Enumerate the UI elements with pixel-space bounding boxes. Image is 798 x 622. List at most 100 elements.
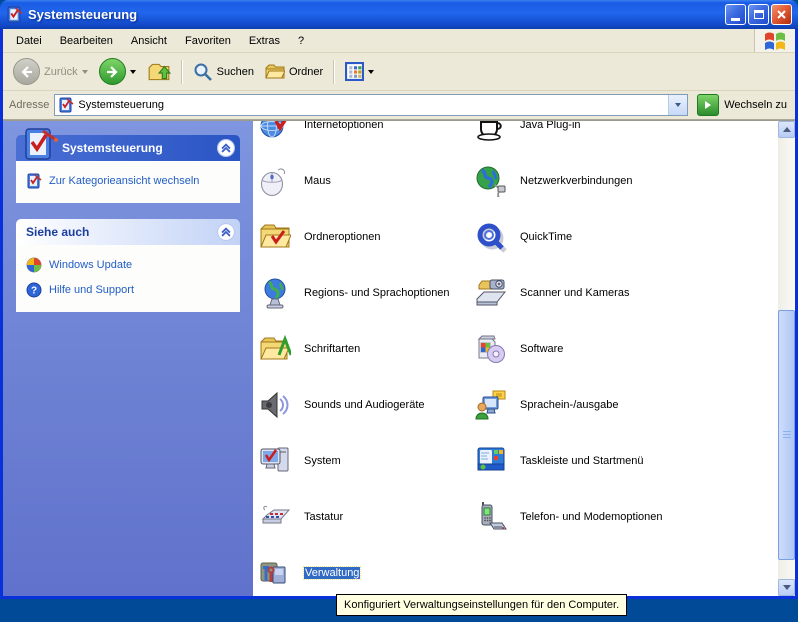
forward-dropdown-icon — [130, 70, 136, 74]
menu-favoriten[interactable]: Favoriten — [176, 30, 240, 52]
folders-button[interactable]: Ordner — [261, 60, 327, 84]
help-icon: ? — [26, 282, 42, 298]
item-label: Taskleiste und Startmenü — [520, 455, 644, 467]
back-icon — [13, 58, 40, 85]
task-pane: Systemsteuerung Zur Kategorieansicht wec… — [3, 121, 253, 596]
help-support-label: Hilfe und Support — [49, 284, 134, 296]
close-button[interactable] — [771, 4, 792, 25]
control-panel-icon — [6, 6, 23, 23]
item-label: Sprachein-/ausgabe — [520, 399, 618, 411]
item-label: Tastatur — [304, 511, 343, 523]
search-label: Suchen — [217, 66, 254, 78]
cp-item-quicktime[interactable]: QuickTime — [475, 209, 771, 265]
title-bar[interactable]: Systemsteuerung — [0, 0, 798, 29]
item-label: Maus — [304, 175, 331, 187]
toolbar-separator — [181, 60, 183, 84]
cp-item-taskleiste[interactable]: Taskleiste und Startmenü — [475, 433, 771, 489]
phone-modem-icon — [475, 501, 507, 533]
speech-icon — [475, 389, 507, 421]
back-label: Zurück — [44, 66, 78, 78]
panel-siehe-auch: Siehe auch Windows Update — [16, 219, 240, 312]
views-button[interactable] — [341, 60, 378, 83]
item-label: Netzwerkverbindungen — [520, 175, 633, 187]
cp-item-java[interactable]: Java Plug-in — [475, 121, 771, 153]
minimize-button[interactable] — [725, 4, 746, 25]
internet-options-icon — [259, 121, 291, 141]
address-dropdown-button[interactable] — [668, 95, 687, 115]
item-label: Schriftarten — [304, 343, 360, 355]
search-button[interactable]: Suchen — [189, 60, 258, 84]
vertical-scrollbar[interactable] — [778, 121, 795, 596]
scroll-down-button[interactable] — [778, 579, 795, 596]
forward-button[interactable] — [95, 56, 140, 87]
windows-logo-icon — [754, 29, 795, 52]
system-icon — [259, 445, 291, 477]
tooltip-text: Konfiguriert Verwaltungseinstellungen fü… — [344, 599, 619, 611]
folder-icon — [265, 62, 285, 82]
control-panel-icon — [58, 97, 74, 113]
cp-item-internetoptionen[interactable]: Internetoptionen — [259, 121, 471, 153]
java-icon — [475, 121, 507, 141]
scroll-up-button[interactable] — [778, 121, 795, 138]
item-label: QuickTime — [520, 231, 572, 243]
collapse-chevron-icon[interactable] — [217, 139, 235, 157]
menu-bearbeiten[interactable]: Bearbeiten — [51, 30, 122, 52]
item-label: Software — [520, 343, 563, 355]
folder-options-icon — [259, 221, 291, 253]
scanner-camera-icon — [475, 277, 507, 309]
cp-item-regionsoptionen[interactable]: Regions- und Sprachoptionen — [259, 265, 471, 321]
regional-settings-icon — [259, 277, 291, 309]
cp-item-ordneroptionen[interactable]: Ordneroptionen — [259, 209, 471, 265]
maximize-button[interactable] — [748, 4, 769, 25]
go-button[interactable]: Wechseln zu — [693, 94, 791, 116]
cp-item-sounds[interactable]: Sounds und Audiogeräte — [259, 377, 471, 433]
switch-category-view-label: Zur Kategorieansicht wechseln — [49, 175, 199, 187]
cp-item-tastatur[interactable]: Tastatur — [259, 489, 471, 545]
close-icon — [776, 9, 787, 20]
scroll-down-icon — [783, 585, 791, 590]
cp-item-system[interactable]: System — [259, 433, 471, 489]
panel-title: Siehe auch — [16, 225, 89, 239]
menu-ansicht[interactable]: Ansicht — [122, 30, 176, 52]
cp-item-schriftarten[interactable]: Schriftarten — [259, 321, 471, 377]
views-grid-icon — [345, 62, 364, 81]
up-button[interactable] — [143, 58, 175, 86]
menu-datei[interactable]: Datei — [7, 30, 51, 52]
go-arrow-icon — [697, 94, 719, 116]
item-label: System — [304, 455, 341, 467]
cp-item-telefon-modem[interactable]: Telefon- und Modemoptionen — [475, 489, 771, 545]
tooltip: Konfiguriert Verwaltungseinstellungen fü… — [336, 594, 627, 616]
windows-update-icon — [26, 257, 42, 273]
switch-category-view-link[interactable]: Zur Kategorieansicht wechseln — [26, 173, 232, 189]
item-label: Internetoptionen — [304, 121, 384, 131]
menu-help[interactable]: ? — [289, 30, 313, 52]
item-label: Scanner und Kameras — [520, 287, 629, 299]
cp-item-scanner-kameras[interactable]: Scanner und Kameras — [475, 265, 771, 321]
minimize-icon — [731, 18, 740, 21]
search-icon — [193, 62, 213, 82]
category-view-icon — [26, 173, 42, 189]
collapse-chevron-icon[interactable] — [217, 223, 235, 241]
folders-label: Ordner — [289, 66, 323, 78]
cp-item-netzwerkverbindungen[interactable]: Netzwerkverbindungen — [475, 153, 771, 209]
views-dropdown-icon — [368, 70, 374, 74]
toolbar: Zurück Suchen Ordner — [3, 53, 795, 91]
cp-item-maus[interactable]: Maus — [259, 153, 471, 209]
item-label: Telefon- und Modemoptionen — [520, 511, 662, 523]
cp-item-software[interactable]: Software — [475, 321, 771, 377]
back-button[interactable]: Zurück — [9, 56, 92, 87]
windows-update-label: Windows Update — [49, 259, 132, 271]
svg-text:?: ? — [31, 286, 37, 297]
back-dropdown-icon — [82, 70, 88, 74]
menu-bar: Datei Bearbeiten Ansicht Favoriten Extra… — [3, 29, 795, 53]
scroll-thumb[interactable] — [778, 310, 795, 560]
cp-item-verwaltung[interactable]: Verwaltung — [259, 545, 471, 596]
cp-item-sprachein-ausgabe[interactable]: Sprachein-/ausgabe — [475, 377, 771, 433]
windows-update-link[interactable]: Windows Update — [26, 257, 232, 273]
help-support-link[interactable]: ? Hilfe und Support — [26, 282, 232, 298]
address-input[interactable]: Systemsteuerung — [54, 94, 688, 116]
go-label: Wechseln zu — [724, 99, 787, 111]
taskbar-icon — [475, 445, 507, 477]
menu-extras[interactable]: Extras — [240, 30, 289, 52]
panel-header: Systemsteuerung — [16, 135, 240, 161]
